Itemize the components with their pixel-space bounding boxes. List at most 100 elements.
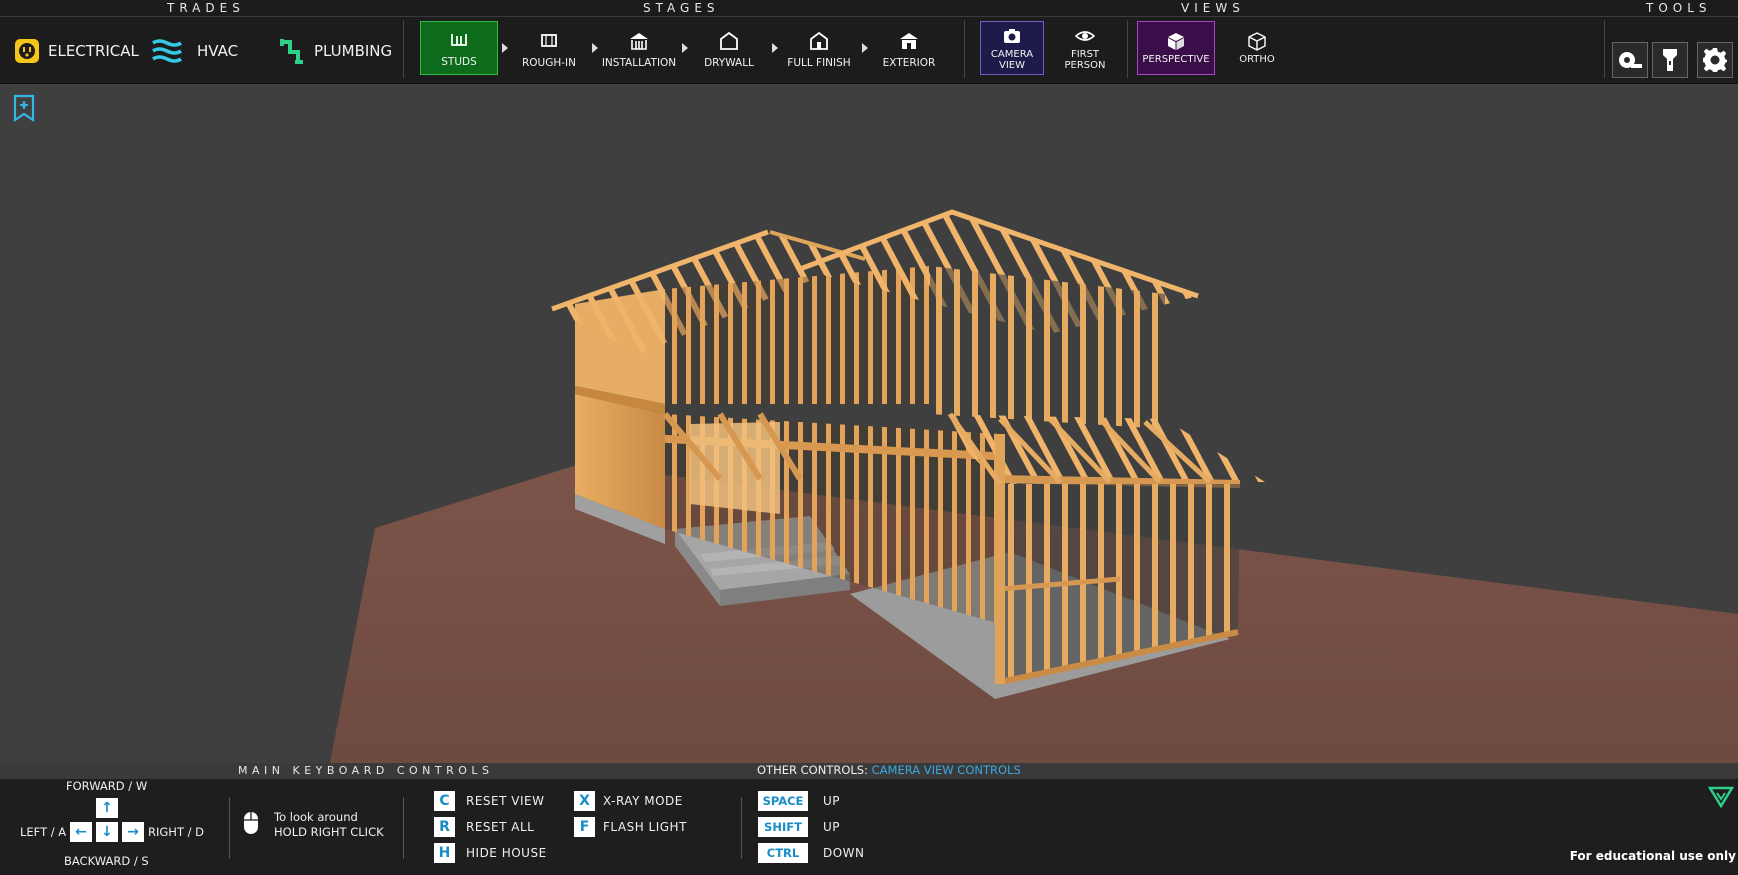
trade-electrical[interactable]: ELECTRICAL [14, 34, 139, 68]
view-label: PERSPECTIVE [1142, 54, 1210, 65]
key-h: H [434, 843, 455, 863]
view-camera[interactable]: CAMERA VIEW [980, 21, 1044, 75]
stages-section-label: STAGES [643, 1, 720, 15]
main-controls-title: MAIN KEYBOARD CONTROLS [238, 764, 494, 777]
key-x: X [574, 791, 595, 811]
shift-up-label: UP [823, 820, 841, 834]
camera-icon [1004, 28, 1020, 43]
right-label: RIGHT / D [148, 825, 205, 839]
right-wall-upper [930, 266, 1165, 429]
tape-measure-button[interactable] [1612, 42, 1648, 78]
arrow-up-key: ↑ [96, 798, 118, 818]
educational-use-notice: For educational use only [1569, 849, 1736, 863]
triangle-down-icon[interactable] [1708, 785, 1734, 809]
airflow-waves-icon [151, 38, 183, 64]
divider [741, 797, 742, 859]
stage-label: FULL FINISH [787, 57, 851, 69]
stage-drywall[interactable]: DRYWALL [690, 21, 768, 75]
trade-label: ELECTRICAL [48, 42, 139, 60]
stage-rough-in[interactable]: ROUGH-IN [510, 21, 588, 75]
outlet-icon [14, 38, 40, 64]
trade-hvac[interactable]: HVAC [151, 34, 238, 68]
top-toolbar: TRADES STAGES VIEWS TOOLS ELECTRICAL HVA… [0, 0, 1738, 84]
chevron-right-icon [772, 43, 778, 53]
stage-label: ROUGH-IN [521, 57, 577, 69]
house-scene [330, 209, 1738, 763]
flashlight-icon [1663, 49, 1677, 71]
view-label: FIRST PERSON [1064, 48, 1106, 71]
settings-button[interactable] [1697, 42, 1733, 78]
space-up-label: UP [823, 794, 841, 808]
hide-house-label: HIDE HOUSE [466, 846, 547, 860]
rough-in-icon [541, 34, 557, 47]
chevron-right-icon [502, 43, 508, 53]
other-controls: OTHER CONTROLS: CAMERA VIEW CONTROLS [757, 763, 1021, 777]
view-label: CAMERA VIEW [990, 48, 1034, 71]
key-shift: SHIFT [758, 817, 808, 837]
app-window: TRADES STAGES VIEWS TOOLS ELECTRICAL HVA… [0, 0, 1738, 875]
chevron-right-icon [592, 43, 598, 53]
key-space: SPACE [758, 791, 808, 811]
flashlight-button[interactable] [1652, 42, 1688, 78]
studs-icon [451, 34, 467, 46]
reset-all-label: RESET ALL [466, 820, 535, 834]
stage-label: DRYWALL [704, 57, 754, 69]
divider [964, 20, 965, 78]
3d-viewport[interactable] [0, 84, 1738, 763]
trades-section-label: TRADES [167, 1, 245, 15]
eye-icon [1075, 30, 1095, 41]
flash-light-label: FLASH LIGHT [603, 820, 687, 834]
exterior-icon [900, 33, 918, 49]
divider [1604, 20, 1605, 78]
key-ctrl: CTRL [758, 843, 808, 863]
trade-label: PLUMBING [314, 42, 393, 60]
key-r: R [434, 817, 455, 837]
other-controls-label: OTHER CONTROLS: [757, 763, 868, 777]
mouse-icon [244, 812, 258, 834]
stage-studs[interactable]: STUDS [420, 21, 498, 75]
trade-plumbing[interactable]: PLUMBING [280, 34, 392, 68]
stage-label: STUDS [441, 56, 477, 68]
chevron-right-icon [682, 43, 688, 53]
section-divider-line [0, 16, 1738, 17]
view-label: ORTHO [1239, 54, 1275, 65]
arrow-down-key: ↓ [96, 822, 118, 842]
arrow-left-key: ← [70, 822, 92, 842]
divider [1127, 20, 1128, 78]
stage-installation[interactable]: INSTALLATION [600, 21, 678, 75]
tools-section-label: TOOLS [1646, 1, 1712, 15]
forward-label: FORWARD / W [66, 779, 148, 793]
divider [403, 20, 404, 78]
divider [229, 797, 230, 859]
trade-label: HVAC [197, 42, 239, 60]
installation-icon [630, 33, 648, 50]
cube-outline-icon [1248, 32, 1266, 51]
drywall-icon [720, 31, 738, 50]
pipe-icon [280, 38, 306, 64]
camera-view-controls-link[interactable]: CAMERA VIEW CONTROLS [872, 763, 1021, 777]
stage-label: INSTALLATION [601, 57, 677, 69]
reset-view-label: RESET VIEW [466, 794, 545, 808]
chevron-right-icon [862, 43, 868, 53]
key-c: C [434, 791, 455, 811]
view-first-person[interactable]: FIRST PERSON [1054, 21, 1116, 75]
left-label: LEFT / A [20, 825, 67, 839]
views-section-label: VIEWS [1181, 1, 1245, 15]
tape-measure-icon [1619, 52, 1642, 68]
ctrl-down-label: DOWN [823, 846, 865, 860]
backward-label: BACKWARD / S [64, 854, 149, 868]
gear-icon [1703, 48, 1727, 72]
keyboard-controls-panel: FORWARD / W ↑ LEFT / A ← ↓ → RIGHT / D B… [0, 779, 1738, 875]
controls-header-strip: MAIN KEYBOARD CONTROLS OTHER CONTROLS: C… [0, 763, 1738, 779]
view-ortho[interactable]: ORTHO [1224, 21, 1290, 75]
full-finish-icon [810, 31, 828, 50]
hold-right-click-hint: HOLD RIGHT CLICK [274, 825, 384, 839]
stage-full-finish[interactable]: FULL FINISH [780, 21, 858, 75]
key-f: F [574, 817, 595, 837]
x-ray-mode-label: X-RAY MODE [603, 794, 683, 808]
view-perspective[interactable]: PERSPECTIVE [1137, 21, 1215, 75]
stage-exterior[interactable]: EXTERIOR [870, 21, 948, 75]
look-around-hint: To look around [274, 810, 358, 824]
arrow-right-key: → [122, 822, 144, 842]
stage-label: EXTERIOR [882, 57, 936, 69]
